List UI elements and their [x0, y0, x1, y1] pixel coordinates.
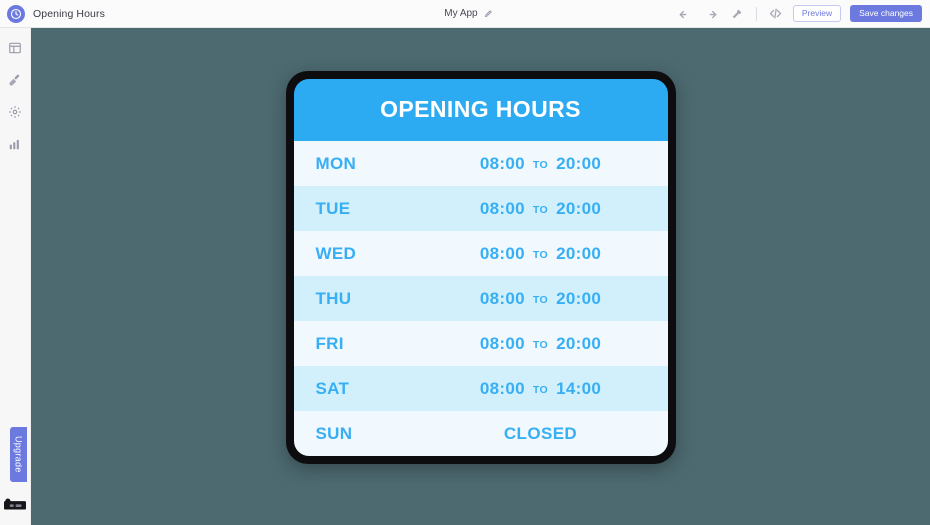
opening-hours-row[interactable]: TUE 08:00 TO 20:00 — [293, 186, 668, 231]
top-bar-actions: Preview Save changes — [677, 5, 930, 22]
close-time: 20:00 — [556, 198, 602, 218]
to-separator-label: TO — [532, 203, 549, 216]
day-label: WED — [315, 243, 357, 263]
day-label: THU — [315, 288, 352, 308]
sidebar-item-settings[interactable] — [0, 98, 31, 130]
toolbar-divider — [755, 6, 757, 21]
hours-group: CLOSED — [436, 424, 646, 444]
opening-hours-rows: MON 08:00 TO 20:00 TUE 08:00 TO 20:00 WED 08:00 TO… — [293, 141, 668, 456]
close-time: 20:00 — [556, 288, 602, 308]
close-time: 20:00 — [556, 243, 602, 263]
layout-grid-icon — [8, 41, 22, 60]
hours-group: 08:00 TO 20:00 — [436, 289, 646, 309]
app-name-group[interactable]: My App — [260, 8, 677, 19]
undo-arrow-icon[interactable] — [677, 5, 694, 22]
upgrade-button[interactable]: Upgrade — [9, 427, 27, 482]
sidebar-item-analytics[interactable] — [0, 130, 31, 162]
app-name-label: My App — [444, 8, 478, 19]
hours-group: 08:00 TO 14:00 — [436, 379, 646, 399]
sidebar-item-design[interactable] — [0, 66, 31, 98]
day-label: FRI — [315, 333, 344, 353]
to-separator-label: TO — [532, 248, 549, 261]
opening-hours-row[interactable]: SUN CLOSED — [293, 411, 668, 456]
hammer-icon[interactable] — [729, 5, 746, 22]
hours-group: 08:00 TO 20:00 — [436, 199, 646, 219]
to-separator-label: TO — [532, 293, 549, 306]
to-separator-label: TO — [532, 158, 549, 171]
save-changes-button[interactable]: Save changes — [850, 5, 922, 22]
sidebar-item-layout[interactable] — [0, 34, 31, 66]
pencil-icon[interactable] — [484, 9, 493, 18]
close-time: 20:00 — [556, 333, 602, 353]
close-time: 14:00 — [556, 378, 602, 398]
clock-icon — [7, 4, 25, 23]
preview-button[interactable]: Preview — [792, 5, 842, 22]
gear-icon — [8, 105, 22, 124]
top-bar-left: Opening Hours — [0, 4, 260, 23]
brand-logo-icon[interactable] — [4, 498, 26, 517]
opening-hours-card[interactable]: OPENING HOURS MON 08:00 TO 20:00 TUE 08:00 TO 2… — [285, 71, 676, 464]
opening-hours-row[interactable]: MON 08:00 TO 20:00 — [293, 141, 668, 186]
open-time: 08:00 — [479, 198, 525, 218]
open-time: 08:00 — [479, 153, 525, 173]
hours-group: 08:00 TO 20:00 — [436, 154, 646, 174]
open-time: 08:00 — [479, 333, 525, 353]
day-label: SAT — [315, 378, 350, 398]
closed-label: CLOSED — [503, 423, 578, 443]
redo-arrow-icon[interactable] — [703, 5, 720, 22]
opening-hours-row[interactable]: WED 08:00 TO 20:00 — [293, 231, 668, 276]
open-time: 08:00 — [479, 288, 525, 308]
card-inner: OPENING HOURS MON 08:00 TO 20:00 TUE 08:00 TO 2… — [293, 79, 668, 456]
opening-hours-row[interactable]: FRI 08:00 TO 20:00 — [293, 321, 668, 366]
opening-hours-card-wrapper: OPENING HOURS MON 08:00 TO 20:00 TUE 08:00 TO 2… — [285, 71, 676, 464]
design-canvas: OPENING HOURS MON 08:00 TO 20:00 TUE 08:00 TO 2… — [31, 28, 930, 525]
close-time: 20:00 — [556, 153, 602, 173]
day-label: SUN — [315, 423, 353, 443]
open-time: 08:00 — [479, 378, 525, 398]
bar-chart-icon — [8, 137, 22, 156]
paintbrush-icon — [8, 73, 22, 92]
document-title: Opening Hours — [33, 7, 105, 20]
open-time: 08:00 — [479, 243, 525, 263]
day-label: MON — [315, 153, 357, 173]
opening-hours-row[interactable]: THU 08:00 TO 20:00 — [293, 276, 668, 321]
day-label: TUE — [315, 198, 351, 218]
opening-hours-row[interactable]: SAT 08:00 TO 14:00 — [293, 366, 668, 411]
hours-group: 08:00 TO 20:00 — [436, 244, 646, 264]
code-brackets-icon[interactable] — [767, 5, 784, 22]
hours-group: 08:00 TO 20:00 — [436, 334, 646, 354]
to-separator-label: TO — [532, 338, 549, 351]
to-separator-label: TO — [532, 383, 549, 396]
left-sidebar: Upgrade — [0, 28, 31, 525]
card-title: OPENING HOURS — [293, 79, 668, 141]
top-bar: Opening Hours My App Preview Save change… — [0, 0, 930, 28]
